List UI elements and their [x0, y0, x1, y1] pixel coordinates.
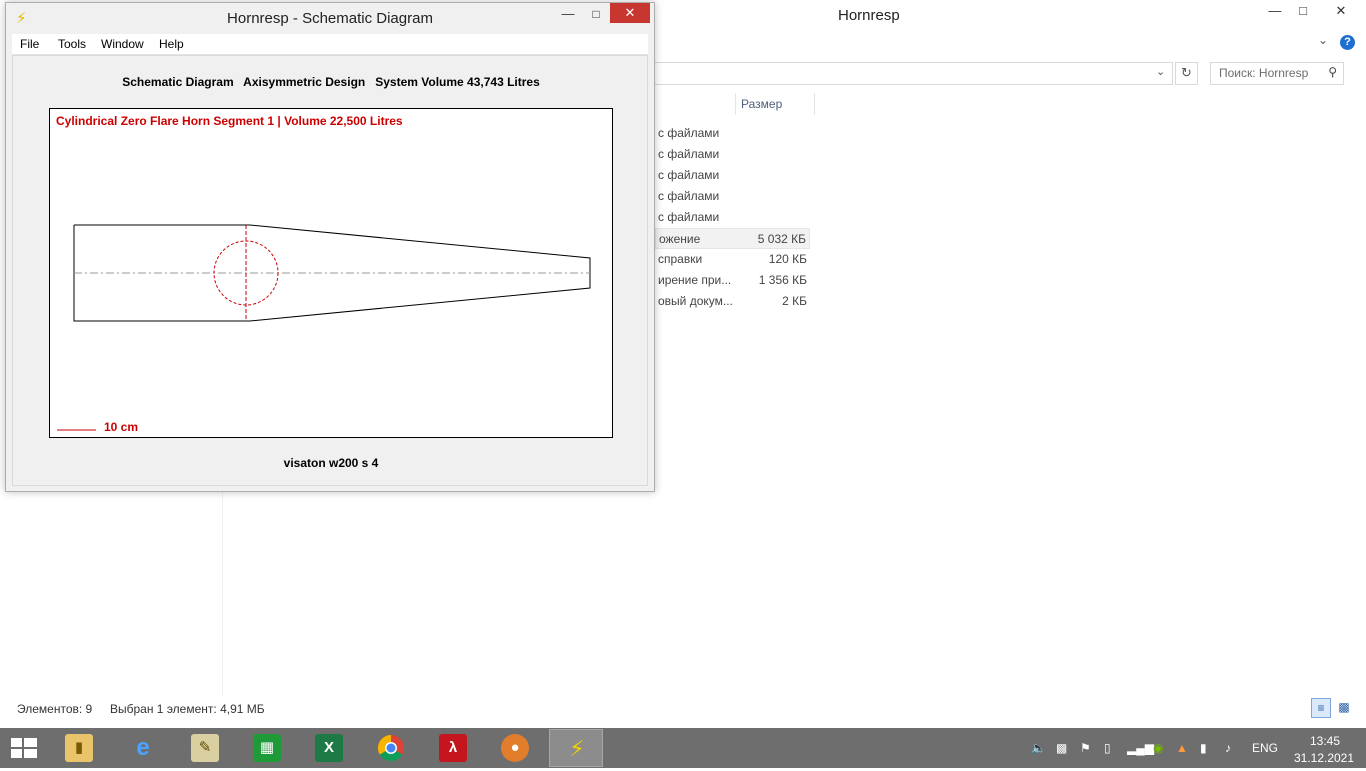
maximize-button[interactable]: □ [582, 3, 610, 25]
driver-label: visaton w200 s 4 [283, 456, 379, 470]
file-row[interactable]: с файлами [655, 186, 810, 207]
action-center-flag-icon[interactable]: ⚑ [1080, 741, 1091, 755]
file-type-cell: с файлами [658, 189, 720, 203]
taskbar-excel[interactable]: X [302, 729, 356, 767]
windows-logo-icon [11, 738, 37, 758]
column-divider[interactable] [814, 93, 815, 115]
segment-label: Cylindrical Zero Flare Horn Segment 1 | … [56, 114, 403, 128]
file-row[interactable]: с файлами [655, 207, 810, 228]
file-row[interactable]: с файлами [655, 123, 810, 144]
column-divider[interactable] [735, 93, 736, 115]
update-icon[interactable]: ▲ [1176, 741, 1188, 755]
file-type-cell: с файлами [658, 147, 720, 161]
search-placeholder: Поиск: Hornresp [1219, 66, 1309, 80]
explorer-title: Hornresp [838, 7, 900, 24]
volume-muted-icon[interactable]: 🔈 [1031, 741, 1046, 755]
help-icon[interactable]: ? [1340, 35, 1355, 50]
file-type-cell: овый докум... [658, 294, 733, 308]
menu-window[interactable]: Window [101, 37, 144, 51]
file-type-cell: ирение при... [658, 273, 732, 287]
file-row[interactable]: овый докум... 2 КБ [655, 291, 810, 312]
taskbar-color-app[interactable]: ● [488, 729, 542, 767]
status-item-count: Элементов: 9 [17, 702, 93, 716]
ribbon-expand-chevron-icon[interactable]: ⌄ [1318, 33, 1328, 47]
schematic-drawing: Cylindrical Zero Flare Horn Segment 1 | … [56, 114, 591, 434]
file-size-cell: 5 032 КБ [757, 232, 806, 246]
taskbar-chrome[interactable] [364, 729, 418, 767]
signal-bars-icon[interactable]: ▂▄▆ [1127, 741, 1154, 755]
search-icon[interactable]: ⚲ [1328, 65, 1337, 79]
maximize-button[interactable]: □ [1290, 0, 1316, 22]
internet-explorer-icon: e [136, 734, 150, 761]
battery-icon[interactable]: ▮ [1200, 741, 1207, 755]
chrome-icon [377, 734, 404, 762]
tiles-view-icon[interactable]: ▩ [1334, 698, 1354, 718]
taskbar-internet-explorer[interactable]: e [116, 729, 170, 767]
menu-help[interactable]: Help [159, 37, 184, 51]
file-size-cell: 2 КБ [782, 294, 807, 308]
schematic-header: Schematic Diagram Axisymmetric Design Sy… [122, 75, 540, 89]
scale-label: 10 cm [104, 420, 138, 434]
file-row[interactable]: с файлами [655, 165, 810, 186]
navigation-pane[interactable] [0, 492, 223, 697]
taskbar-notepad[interactable]: ✎ [178, 729, 232, 767]
menu-file[interactable]: File [20, 37, 39, 51]
taskbar-store[interactable]: ▦ [240, 729, 294, 767]
menu-bar: File Tools Window Help [12, 34, 648, 55]
file-size-cell: 120 КБ [768, 252, 807, 266]
clock-date[interactable]: 31.12.2021 [1290, 751, 1358, 765]
close-button[interactable]: ✕ [610, 3, 650, 23]
status-selection: Выбран 1 элемент: 4,91 МБ [110, 702, 265, 716]
file-row[interactable]: справки 120 КБ [655, 249, 810, 270]
file-type-cell: с файлами [658, 210, 720, 224]
file-type-cell: с файлами [658, 168, 720, 182]
folder-icon: ▮ [65, 734, 93, 762]
file-row[interactable]: ожение 5 032 КБ [655, 228, 810, 249]
close-button[interactable]: ✕ [1318, 0, 1364, 22]
taskbar: ▮ e ✎ ▦ X λ ● ⚡ 🔈 ▩ ⚑ ▯ ▂▄▆ ◉ ▲ ▮ ♪ ENG … [0, 728, 1366, 768]
file-size-cell: 1 356 КБ [758, 273, 807, 287]
schematic-titlebar[interactable]: ⚡ Hornresp - Schematic Diagram — □ ✕ [6, 3, 654, 33]
minimize-button[interactable]: — [554, 3, 582, 25]
speaker-icon[interactable]: ♪ [1225, 741, 1231, 755]
file-row[interactable]: ирение при... 1 356 КБ [655, 270, 810, 291]
network-app-icon[interactable]: ▩ [1056, 741, 1067, 755]
lightning-icon: ⚡ [569, 736, 585, 761]
file-type-cell: ожение [659, 232, 701, 246]
schematic-client-area: Schematic Diagram Axisymmetric Design Sy… [12, 55, 648, 486]
usb-device-icon[interactable]: ▯ [1104, 741, 1111, 755]
taskbar-hornresp[interactable]: ⚡ [549, 729, 603, 767]
color-app-icon: ● [501, 734, 529, 762]
acrobat-icon: λ [439, 734, 467, 762]
clock-time[interactable]: 13:45 [1296, 734, 1354, 748]
refresh-icon[interactable]: ↻ [1175, 62, 1198, 85]
menu-tools[interactable]: Tools [58, 37, 86, 51]
size-column-header[interactable]: Размер [741, 97, 782, 111]
taskbar-file-explorer[interactable]: ▮ [52, 729, 106, 767]
details-view-icon[interactable]: ≡ [1311, 698, 1331, 718]
store-icon: ▦ [253, 734, 281, 762]
notepad-icon: ✎ [191, 734, 219, 762]
address-bar[interactable] [652, 62, 1173, 85]
language-indicator[interactable]: ENG [1252, 741, 1278, 755]
file-type-cell: с файлами [658, 126, 720, 140]
nvidia-icon[interactable]: ◉ [1153, 741, 1163, 755]
minimize-button[interactable]: — [1262, 0, 1288, 22]
taskbar-acrobat[interactable]: λ [426, 729, 480, 767]
start-button[interactable] [0, 728, 48, 768]
file-type-cell: справки [658, 252, 703, 266]
file-row[interactable]: с файлами [655, 144, 810, 165]
schematic-canvas: Cylindrical Zero Flare Horn Segment 1 | … [49, 108, 613, 438]
schematic-window: ⚡ Hornresp - Schematic Diagram — □ ✕ Fil… [5, 2, 655, 492]
address-dropdown-chevron-icon[interactable]: ⌄ [1156, 65, 1165, 78]
search-input[interactable]: Поиск: Hornresp ⚲ [1210, 62, 1344, 85]
excel-icon: X [315, 734, 343, 762]
